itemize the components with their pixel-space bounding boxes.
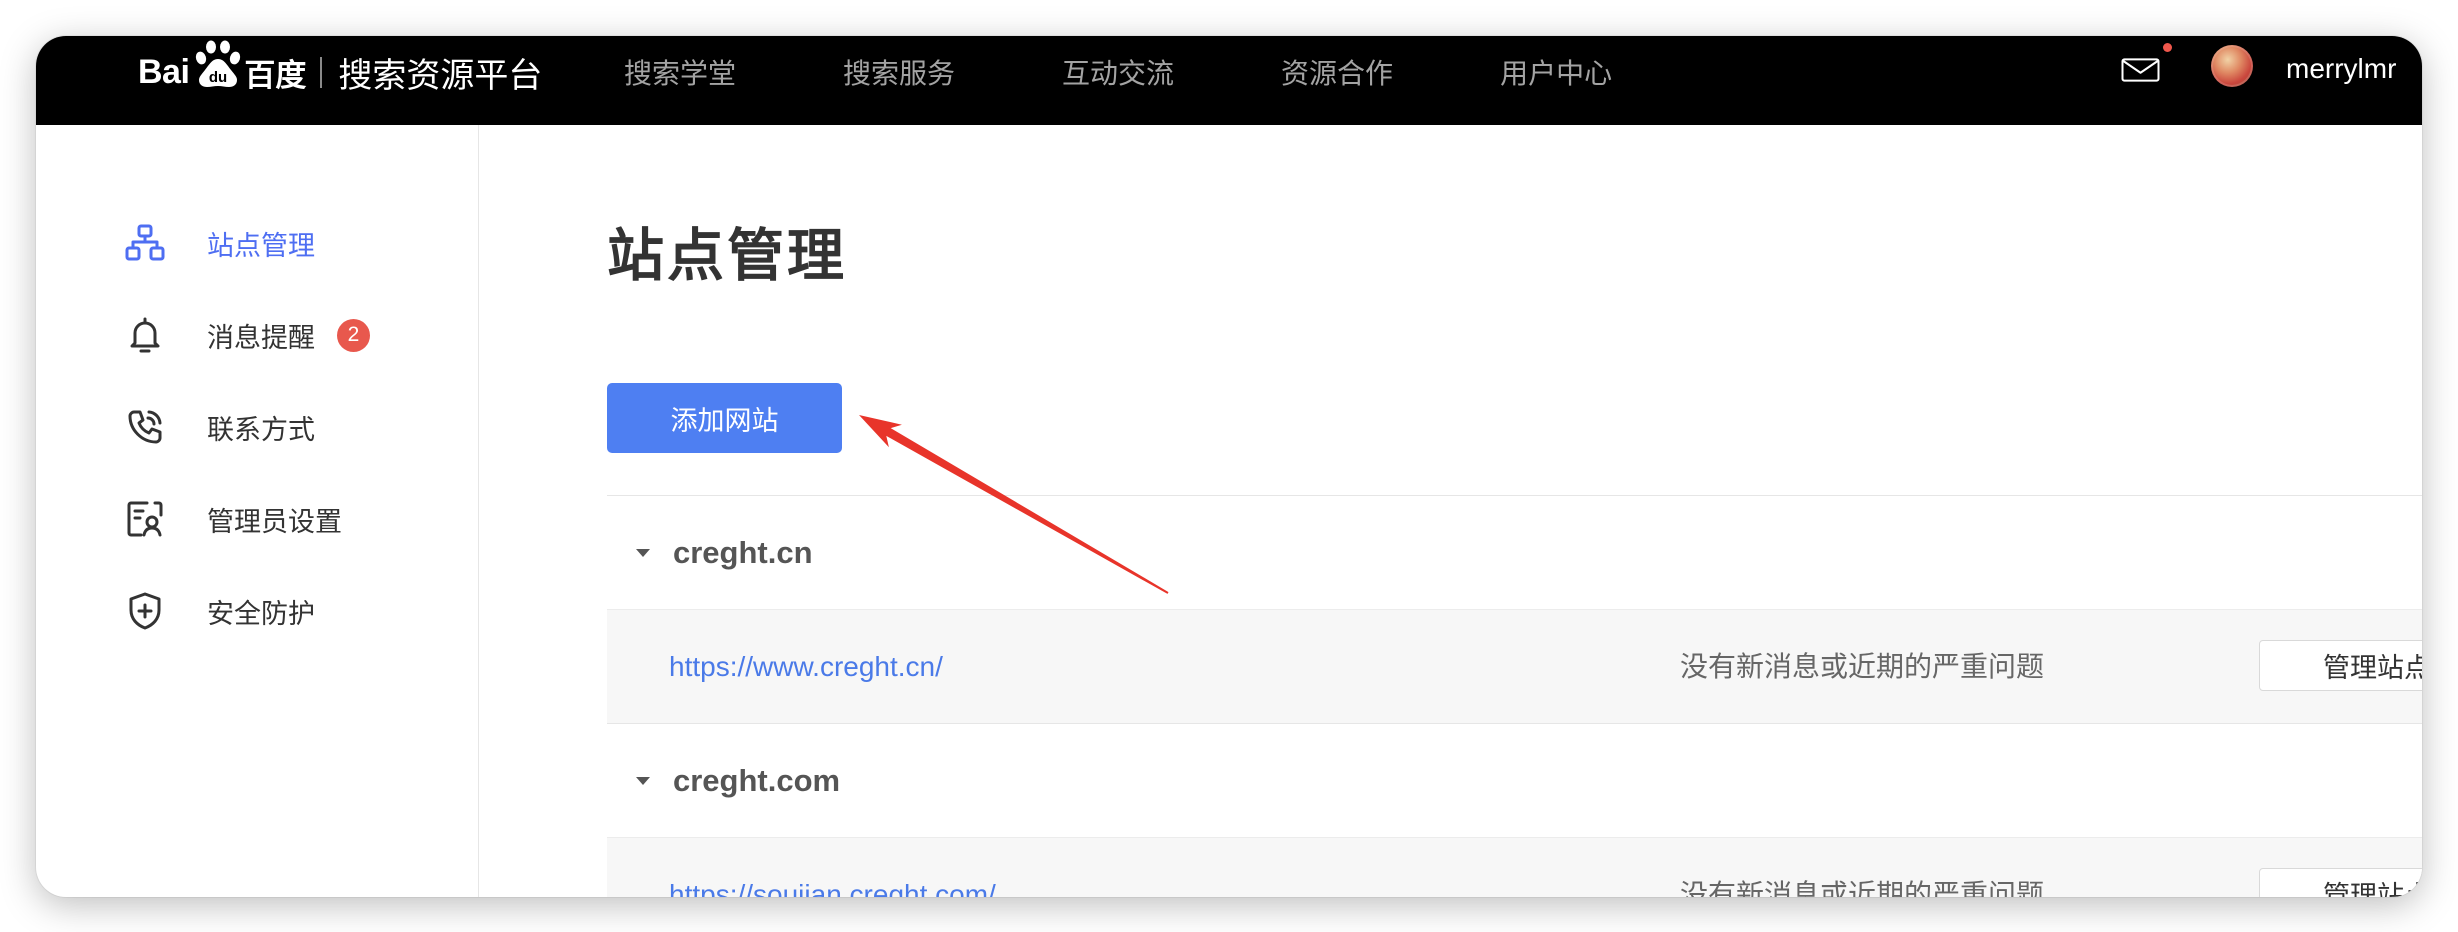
logo-divider [320, 56, 323, 88]
page-title: 站点管理 [607, 224, 847, 288]
sidebar-item-security[interactable]: 安全防护 [36, 565, 478, 657]
phone-icon [125, 407, 165, 447]
site-status: 没有新消息或近期的严重问题 [1680, 651, 2045, 682]
sidebar-item-label: 消息提醒 [207, 322, 315, 353]
notification-badge: 2 [337, 318, 370, 352]
site-row: https://soujian.creght.com/ 没有新消息或近期的严重问… [607, 838, 2422, 897]
baidu-logo[interactable]: Bai du 百度 搜索资源平台 [138, 36, 542, 108]
username[interactable]: merrylmr [2286, 36, 2396, 102]
caret-down-icon[interactable] [636, 777, 650, 785]
site-domain: creght.com [673, 763, 841, 798]
site-list: creght.cn https://www.creght.cn/ 没有新消息或近… [607, 495, 2422, 897]
sidebar-item-label: 联系方式 [207, 414, 315, 445]
site-row: https://www.creght.cn/ 没有新消息或近期的严重问题 管理站… [607, 610, 2422, 724]
shield-icon [125, 591, 165, 631]
site-domain: creght.cn [673, 535, 813, 570]
top-nav: 搜索学堂 搜索服务 互动交流 资源合作 用户中心 [624, 36, 1612, 108]
top-navbar: Bai du 百度 搜索资源平台 搜索学堂 搜索服务 互动交流 资源合作 用户中… [36, 36, 2422, 125]
admin-settings-icon [125, 499, 165, 539]
logo-du-text: du [209, 69, 227, 86]
nav-item-search-service[interactable]: 搜索服务 [843, 52, 955, 92]
site-url-link[interactable]: https://soujian.creght.com/ [669, 838, 996, 897]
platform-name: 搜索资源平台 [338, 56, 543, 95]
sidebar-item-label: 站点管理 [207, 230, 315, 261]
manage-site-button[interactable]: 管理站点 [2259, 640, 2422, 691]
site-group-header[interactable]: creght.cn [607, 496, 2422, 610]
sidebar-item-site-management[interactable]: 站点管理 [36, 197, 478, 289]
baidu-paw-icon: du [196, 40, 241, 87]
add-site-button[interactable]: 添加网站 [607, 383, 842, 453]
sidebar-item-contact[interactable]: 联系方式 [36, 381, 478, 473]
site-group-header[interactable]: creght.com [607, 724, 2422, 838]
nav-item-community[interactable]: 互动交流 [1062, 52, 1174, 92]
unread-dot [2163, 43, 2172, 52]
main-content: 站点管理 添加网站 creght.cn https://www.creght.c… [479, 125, 2422, 897]
sidebar: 站点管理 消息提醒 2 联系方式 管理员设置 安全防护 [36, 125, 479, 897]
caret-down-icon[interactable] [636, 549, 650, 557]
nav-item-user-center[interactable]: 用户中心 [1500, 52, 1612, 92]
avatar[interactable] [2211, 45, 2253, 87]
sidebar-item-label: 管理员设置 [207, 506, 342, 537]
logo-bai-text: Bai [138, 52, 190, 91]
sidebar-item-label: 安全防护 [207, 598, 315, 629]
manage-site-button[interactable]: 管理站点 [2259, 868, 2422, 897]
sitemap-icon [125, 223, 165, 263]
app-window: Bai du 百度 搜索资源平台 搜索学堂 搜索服务 互动交流 资源合作 用户中… [36, 36, 2422, 897]
site-status: 没有新消息或近期的严重问题 [1680, 879, 2045, 897]
nav-item-cooperation[interactable]: 资源合作 [1281, 52, 1393, 92]
site-url-link[interactable]: https://www.creght.cn/ [669, 610, 943, 724]
nav-item-search-academy[interactable]: 搜索学堂 [624, 52, 736, 92]
logo-baidu-cn: 百度 [244, 57, 307, 93]
sidebar-item-admin-settings[interactable]: 管理员设置 [36, 473, 478, 565]
sidebar-item-notifications[interactable]: 消息提醒 2 [36, 289, 478, 381]
mail-icon[interactable] [2120, 43, 2172, 82]
bell-icon [125, 315, 165, 355]
